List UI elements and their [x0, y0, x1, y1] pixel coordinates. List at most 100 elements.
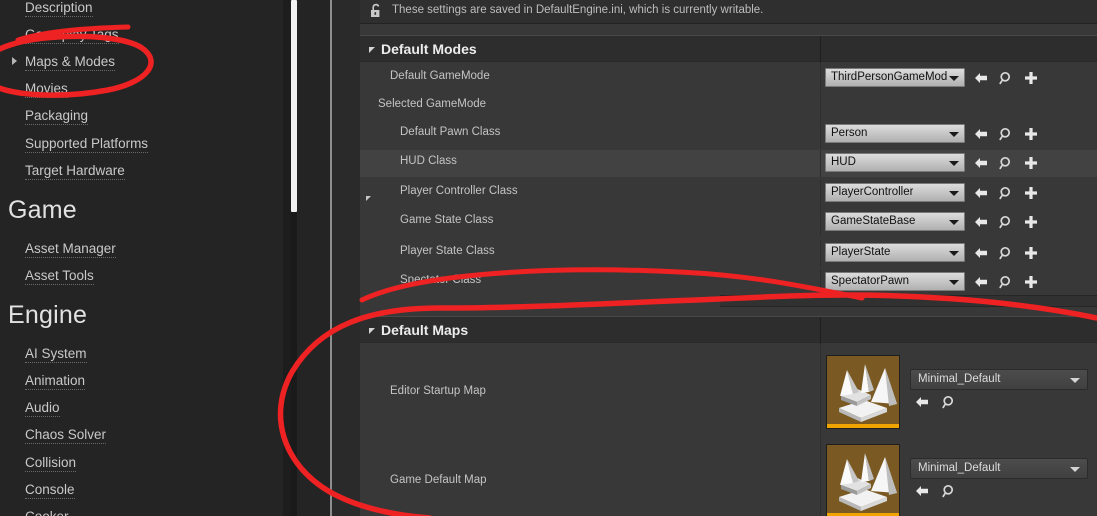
collapse-triangle-icon[interactable] — [369, 328, 375, 334]
browse-icon[interactable] — [998, 245, 1014, 261]
chevron-down-icon[interactable] — [949, 161, 959, 166]
sidebar-item-supported-platforms[interactable]: Supported Platforms — [25, 136, 149, 153]
map-property-row[interactable]: Game Default Map Minimal_Default — [360, 434, 1097, 516]
section-header-default-modes[interactable]: Default Modes — [360, 35, 1097, 63]
new-asset-icon[interactable] — [1023, 214, 1039, 230]
class-picker-dropdown[interactable]: HUD — [825, 153, 965, 172]
sidebar-item-gameplay-tags[interactable]: Gameplay Tags — [25, 27, 119, 44]
column-divider — [820, 345, 821, 433]
back-arrow-icon[interactable] — [973, 245, 989, 261]
browse-icon[interactable] — [998, 70, 1014, 86]
sidebar-item-console[interactable]: Console — [25, 482, 75, 499]
back-arrow-icon[interactable] — [914, 483, 930, 499]
class-picker-dropdown[interactable]: ThirdPersonGameMod — [825, 68, 965, 87]
collapse-triangle-icon[interactable] — [369, 47, 375, 53]
property-row[interactable]: Selected GameMode — [360, 93, 1097, 201]
sidebar-item-audio[interactable]: Audio — [25, 400, 60, 417]
property-row[interactable]: Game State Class GameStateBase — [360, 209, 1097, 236]
column-divider — [820, 180, 821, 207]
chevron-down-icon[interactable] — [949, 132, 959, 137]
section-header-default-maps[interactable]: Default Maps — [360, 316, 1097, 344]
sidebar-item-movies[interactable]: Movies — [25, 81, 68, 98]
sidebar-item-description[interactable]: Description — [25, 0, 93, 17]
map-picker-dropdown[interactable]: Minimal_Default — [910, 458, 1088, 479]
browse-icon[interactable] — [998, 155, 1014, 171]
back-arrow-icon[interactable] — [914, 394, 930, 410]
new-asset-icon[interactable] — [1023, 245, 1039, 261]
dropdown-value: Minimal_Default — [918, 373, 1001, 385]
chevron-down-icon[interactable] — [949, 251, 959, 256]
section-title: Default Modes — [381, 41, 477, 57]
property-label: Game Default Map — [390, 474, 487, 486]
property-label: Editor Startup Map — [390, 385, 486, 397]
chevron-down-icon[interactable] — [949, 280, 959, 285]
sidebar-header-engine: Engine — [8, 301, 88, 329]
section-title: Default Maps — [381, 322, 469, 338]
new-asset-icon[interactable] — [1023, 274, 1039, 290]
sidebar-item-maps-modes[interactable]: Maps & Modes — [25, 54, 116, 71]
sidebar-right-gutter — [297, 0, 330, 516]
property-row[interactable]: Spectator Class SpectatorPawn — [360, 269, 1097, 296]
browse-icon[interactable] — [941, 483, 957, 499]
back-arrow-icon[interactable] — [973, 70, 989, 86]
section-splitter[interactable] — [720, 295, 1097, 307]
back-arrow-icon[interactable] — [973, 126, 989, 142]
new-asset-icon[interactable] — [1023, 155, 1039, 171]
map-property-row[interactable]: Editor Startup Map Minimal_Default — [360, 345, 1097, 433]
sidebar-item-asset-tools[interactable]: Asset Tools — [25, 268, 94, 285]
map-thumbnail[interactable] — [826, 355, 900, 429]
browse-icon[interactable] — [941, 394, 957, 410]
browse-icon[interactable] — [998, 214, 1014, 230]
column-divider — [820, 240, 821, 267]
map-thumbnail[interactable] — [826, 444, 900, 516]
sidebar-item-asset-manager[interactable]: Asset Manager — [25, 241, 116, 258]
new-asset-icon[interactable] — [1023, 185, 1039, 201]
back-arrow-icon[interactable] — [973, 155, 989, 171]
sidebar-item-chaos-solver[interactable]: Chaos Solver — [25, 427, 107, 444]
chevron-down-icon[interactable] — [949, 76, 959, 81]
map-picker-dropdown[interactable]: Minimal_Default — [910, 369, 1088, 390]
sidebar-item-animation[interactable]: Animation — [25, 373, 86, 390]
property-row[interactable]: Default Pawn Class Person — [360, 121, 1097, 148]
chevron-down-icon[interactable] — [1070, 378, 1080, 383]
chevron-down-icon[interactable] — [949, 220, 959, 225]
sidebar-item-ai-system[interactable]: AI System — [25, 346, 87, 363]
chevron-right-icon[interactable] — [12, 57, 17, 65]
property-row[interactable]: Player Controller Class PlayerController — [360, 180, 1097, 207]
sidebar-item-collision[interactable]: Collision — [25, 455, 77, 472]
class-picker-dropdown[interactable]: PlayerState — [825, 243, 965, 262]
property-label: HUD Class — [400, 155, 457, 167]
dropdown-value: HUD — [831, 156, 856, 168]
app-window: Description Gameplay Tags Maps & Modes Movi… — [0, 0, 1097, 516]
property-label: Default GameMode — [390, 70, 490, 82]
map-thumbnail-image — [827, 445, 899, 516]
browse-icon[interactable] — [998, 185, 1014, 201]
browse-icon[interactable] — [998, 274, 1014, 290]
new-asset-icon[interactable] — [1023, 70, 1039, 86]
back-arrow-icon[interactable] — [973, 214, 989, 230]
chevron-down-icon[interactable] — [1070, 467, 1080, 472]
column-divider — [820, 36, 821, 63]
property-label: Selected GameMode — [378, 98, 487, 110]
class-picker-dropdown[interactable]: Person — [825, 124, 965, 143]
new-asset-icon[interactable] — [1023, 126, 1039, 142]
back-arrow-icon[interactable] — [973, 185, 989, 201]
column-divider — [820, 209, 821, 236]
chevron-down-icon[interactable] — [949, 191, 959, 196]
back-arrow-icon[interactable] — [973, 274, 989, 290]
class-picker-dropdown[interactable]: GameStateBase — [825, 212, 965, 231]
browse-icon[interactable] — [998, 126, 1014, 142]
dropdown-value: SpectatorPawn — [831, 275, 909, 287]
sidebar-item-target-hardware[interactable]: Target Hardware — [25, 163, 125, 180]
property-row[interactable]: Default GameMode ThirdPersonGameMod — [360, 65, 1097, 92]
dropdown-value: ThirdPersonGameMod — [831, 71, 948, 83]
property-row[interactable]: HUD Class HUD — [360, 150, 1097, 177]
sidebar-item-cooker[interactable]: Cooker — [25, 509, 69, 516]
property-label: Spectator Class — [400, 274, 482, 286]
class-picker-dropdown[interactable]: SpectatorPawn — [825, 272, 965, 291]
dropdown-value: Minimal_Default — [918, 462, 1001, 474]
sidebar-item-packaging[interactable]: Packaging — [25, 108, 89, 125]
class-picker-dropdown[interactable]: PlayerController — [825, 183, 965, 202]
sidebar-header-game: Game — [8, 196, 77, 224]
property-row[interactable]: Player State Class PlayerState — [360, 240, 1097, 267]
